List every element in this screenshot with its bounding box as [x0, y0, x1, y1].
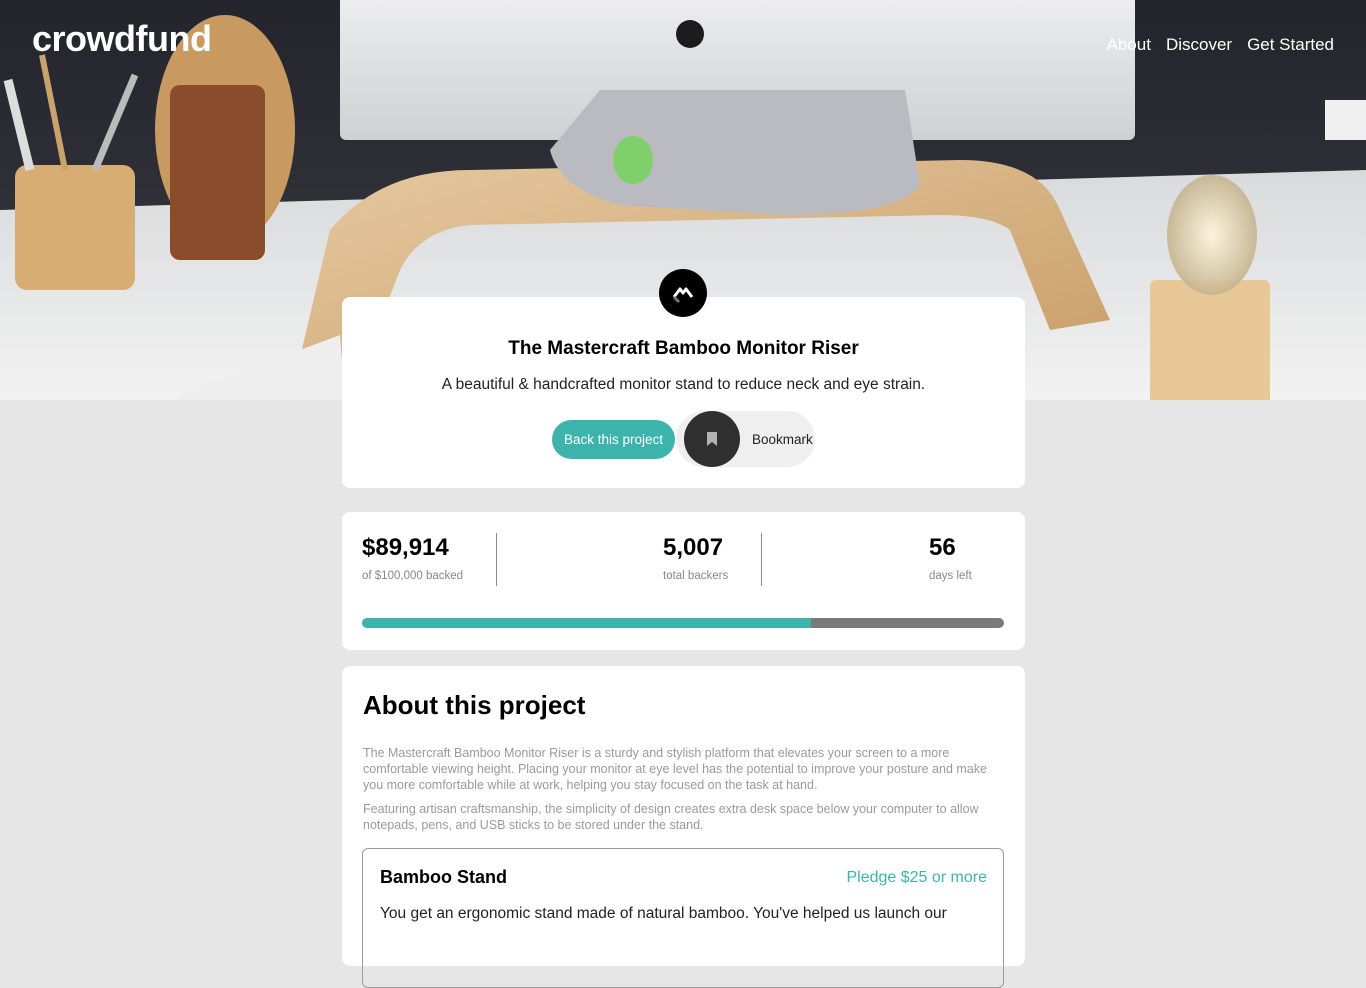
days-left-value: 56 [929, 534, 956, 561]
project-stats-card: $89,914 of $100,000 backed 5,007 total b… [342, 512, 1025, 650]
bookmark-button[interactable]: Bookmark [676, 411, 815, 467]
project-title: The Mastercraft Bamboo Monitor Riser [508, 338, 859, 359]
bookmark-icon [684, 411, 740, 467]
nav-about-link[interactable]: About [1107, 35, 1151, 55]
nav-get-started-link[interactable]: Get Started [1247, 35, 1334, 55]
project-subtitle: A beautiful & handcrafted monitor stand … [441, 376, 926, 393]
about-project-card: About this project The Mastercraft Bambo… [342, 666, 1025, 988]
funding-progress-bar [362, 618, 1004, 628]
pledge-amount: Pledge $25 or more [846, 869, 987, 886]
amount-raised-value: $89,914 [362, 534, 449, 561]
bookmark-label: Bookmark [752, 431, 813, 447]
stat-amount-raised: $89,914 of $100,000 backed [362, 534, 463, 582]
nav-discover-link[interactable]: Discover [1166, 35, 1232, 55]
mastercraft-logo-icon [659, 269, 707, 317]
days-left-label: days left [929, 570, 972, 582]
stat-divider [761, 533, 762, 586]
project-intro-card: The Mastercraft Bamboo Monitor Riser A b… [342, 269, 1025, 488]
pledge-name: Bamboo Stand [380, 867, 508, 887]
stat-divider [496, 533, 497, 586]
total-backers-label: total backers [663, 570, 729, 582]
about-paragraph-2: Featuring artisan craftsmanship, the sim… [363, 802, 979, 832]
back-project-button[interactable]: Back this project [552, 420, 675, 459]
brand-logo[interactable]: crowdfund [32, 18, 212, 60]
main-nav: About Discover Get Started [1107, 35, 1335, 55]
stat-days-left: 56 days left [929, 534, 972, 582]
stat-total-backers: 5,007 total backers [663, 534, 728, 582]
about-paragraph-1: The Mastercraft Bamboo Monitor Riser is … [363, 746, 987, 792]
total-backers-value: 5,007 [663, 534, 724, 561]
pledge-description: You get an ergonomic stand made of natur… [380, 905, 947, 922]
funding-progress-fill [362, 618, 812, 628]
pledge-card-bamboo-stand: Bamboo Stand Pledge $25 or more You get … [362, 848, 1004, 988]
amount-raised-label: of $100,000 backed [362, 570, 464, 582]
about-title: About this project [363, 690, 586, 720]
